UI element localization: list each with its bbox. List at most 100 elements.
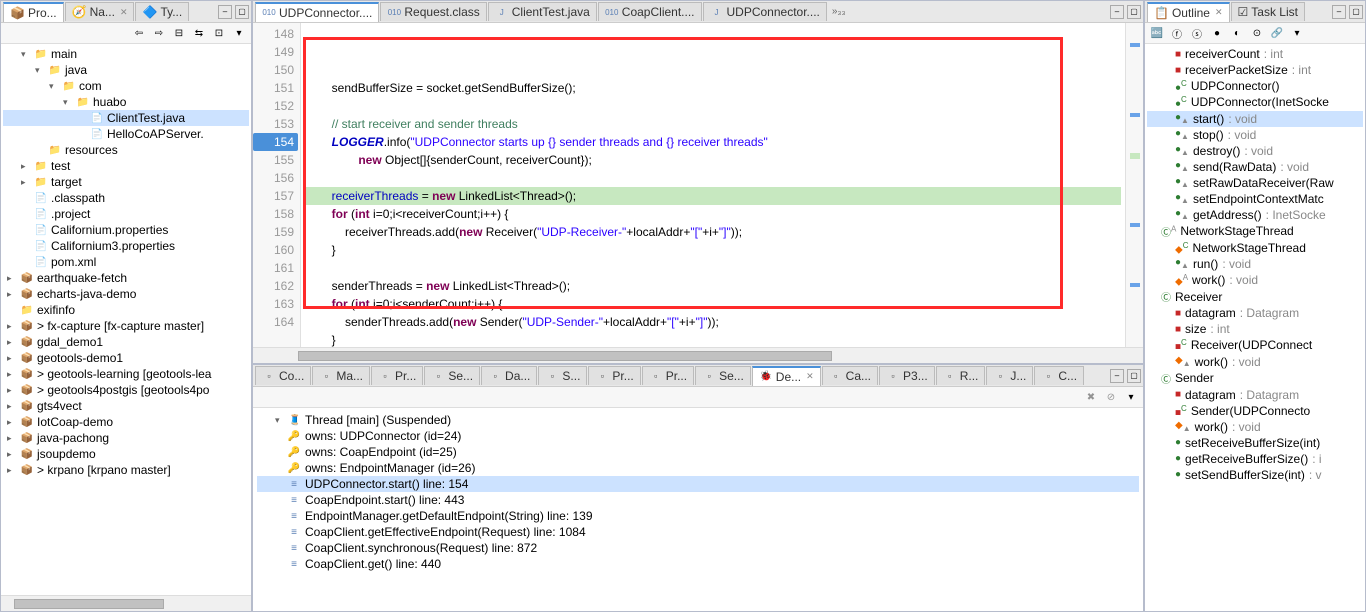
tree-item[interactable]: 📄.project [3,206,249,222]
editor-tab[interactable]: JClientTest.java [488,2,597,21]
tab-type[interactable]: 🔷Ty... [135,2,189,21]
outline-tree[interactable]: ■receiverCount : int■receiverPacketSize … [1145,44,1365,611]
tree-item[interactable]: ▸📁test [3,158,249,174]
stack-frame[interactable]: ≡CoapEndpoint.start() line: 443 [257,492,1139,508]
debug-tab[interactable]: ▫Pr... [371,366,423,385]
outline-item[interactable]: ●▲stop() : void [1147,127,1363,143]
focus-icon[interactable]: ⊙ [1249,25,1265,41]
minimize-icon[interactable]: – [1332,5,1346,19]
tree-item[interactable]: ▸📦gts4vect [3,398,249,414]
tree-item[interactable]: ▸📦> krpano [krpano master] [3,462,249,478]
code-line[interactable]: for (int i=0;i<senderCount;i++) { [305,295,1121,313]
minimize-icon[interactable]: – [1110,369,1124,383]
project-tree[interactable]: ▾📁main▾📁java▾📁com▾📁huabo📄ClientTest.java… [1,44,251,595]
tab-navigator[interactable]: 🧭Na...✕ [65,2,135,21]
menu-icon[interactable]: ▾ [231,25,247,41]
outline-item[interactable]: ●CUDPConnector(InetSocke [1147,94,1363,110]
minimize-icon[interactable]: – [1110,5,1124,19]
outline-item[interactable]: ◆Awork() : void [1147,272,1363,288]
outline-item[interactable]: ●▲run() : void [1147,256,1363,272]
tab-overflow[interactable]: »₃₃ [828,6,850,17]
hide-local-icon[interactable]: ◐ [1229,25,1245,41]
tree-item[interactable]: ▸📦IotCoap-demo [3,414,249,430]
stack-frame[interactable]: ≡CoapClient.synchronous(Request) line: 8… [257,540,1139,556]
tree-item[interactable]: ▸📦jsoupdemo [3,446,249,462]
thread-node[interactable]: ▾🧵Thread [main] (Suspended) [257,412,1139,428]
remove-icon[interactable]: ✖ [1083,389,1099,405]
debug-tab[interactable]: ▫P3... [879,366,935,385]
editor-scrollbar[interactable] [253,347,1143,363]
outline-item[interactable]: ●▲setRawDataReceiver(Raw [1147,175,1363,191]
focus-icon[interactable]: ⊡ [211,25,227,41]
code-line[interactable]: senderThreads = new LinkedList<Thread>()… [305,277,1121,295]
outline-item[interactable]: ●CUDPConnector() [1147,78,1363,94]
maximize-icon[interactable]: ▢ [235,5,249,19]
debug-tab[interactable]: ▫Pr... [642,366,694,385]
tab-outline[interactable]: 📋Outline✕ [1147,2,1230,22]
code-line[interactable] [305,97,1121,115]
debug-tab[interactable]: ▫Ma... [312,366,370,385]
code-line[interactable]: } [305,241,1121,259]
hide-fields-icon[interactable]: ⓕ [1169,25,1185,41]
line-gutter[interactable]: 1481491501511521531541551561571581591601… [253,23,301,347]
editor-tab[interactable]: 010UDPConnector.... [255,2,379,22]
outline-item[interactable]: ■receiverPacketSize : int [1147,62,1363,78]
stack-frame[interactable]: ≡CoapClient.getEffectiveEndpoint(Request… [257,524,1139,540]
code-area[interactable]: sendBufferSize = socket.getSendBufferSiz… [301,23,1125,347]
outline-item[interactable]: ◆▲work() : void [1147,354,1363,370]
close-icon[interactable]: ✕ [1215,7,1223,18]
outline-item[interactable]: ●▲setEndpointContextMatc [1147,191,1363,207]
stack-frame[interactable]: 🔑owns: UDPConnector (id=24) [257,428,1139,444]
tree-item[interactable]: 📄Californium3.properties [3,238,249,254]
collapse-icon[interactable]: ⊟ [171,25,187,41]
stack-frame[interactable]: ≡UDPConnector.start() line: 154 [257,476,1139,492]
outline-item[interactable]: ■datagram : Datagram [1147,387,1363,403]
debug-tab[interactable]: ▫R... [936,366,986,385]
debug-stack[interactable]: ▾🧵Thread [main] (Suspended) 🔑owns: UDPCo… [253,408,1143,611]
code-line[interactable] [305,169,1121,187]
tree-item[interactable]: 📁exifinfo [3,302,249,318]
tree-item[interactable]: ▾📁huabo [3,94,249,110]
close-icon[interactable]: ✕ [806,371,814,382]
tree-item[interactable]: ▸📦earthquake-fetch [3,270,249,286]
tree-item[interactable]: ▾📁java [3,62,249,78]
maximize-icon[interactable]: ▢ [1349,5,1363,19]
code-line[interactable]: LOGGER.info("UDPConnector starts up {} s… [305,133,1121,151]
maximize-icon[interactable]: ▢ [1127,5,1141,19]
code-line[interactable]: new Object[]{senderCount, receiverCount}… [305,151,1121,169]
outline-item[interactable]: ●▲send(RawData) : void [1147,159,1363,175]
outline-item[interactable]: ■receiverCount : int [1147,46,1363,62]
outline-item[interactable]: ◆▲work() : void [1147,419,1363,435]
stack-frame[interactable]: 🔑owns: CoapEndpoint (id=25) [257,444,1139,460]
debug-tab[interactable]: ▫Pr... [588,366,640,385]
stack-frame[interactable]: ≡EndpointManager.getDefaultEndpoint(Stri… [257,508,1139,524]
debug-tab[interactable]: ▫Co... [255,366,311,385]
code-line[interactable]: } [305,331,1121,347]
maximize-icon[interactable]: ▢ [1127,369,1141,383]
view-menu-icon[interactable]: ▾ [1123,389,1139,405]
code-line[interactable]: receiverThreads = new LinkedList<Thread>… [305,187,1121,205]
tree-item[interactable]: ▾📁com [3,78,249,94]
stack-frame[interactable]: ≡CoapClient.get() line: 440 [257,556,1139,572]
outline-item[interactable]: ●setReceiveBufferSize(int) [1147,435,1363,451]
outline-item[interactable]: ■CReceiver(UDPConnect [1147,337,1363,353]
outline-item[interactable]: ■CSender(UDPConnecto [1147,403,1363,419]
back-icon[interactable]: ⇦ [131,25,147,41]
tree-item[interactable]: 📄HelloCoAPServer. [3,126,249,142]
tree-item[interactable]: ▸📦> geotools4postgis [geotools4po [3,382,249,398]
tree-item[interactable]: ▾📁main [3,46,249,62]
code-line[interactable]: // start receiver and sender threads [305,115,1121,133]
outline-item[interactable]: ⒸANetworkStageThread [1147,223,1363,240]
code-line[interactable]: sendBufferSize = socket.getSendBufferSiz… [305,79,1121,97]
outline-item[interactable]: ◆CNetworkStageThread [1147,240,1363,256]
link-icon[interactable]: 🔗 [1269,25,1285,41]
stack-frame[interactable]: 🔑owns: EndpointManager (id=26) [257,460,1139,476]
link-icon[interactable]: ⇆ [191,25,207,41]
debug-tab[interactable]: ▫S... [538,366,587,385]
outline-item[interactable]: ⒸReceiver [1147,288,1363,305]
code-line[interactable]: senderThreads.add(new Sender("UDP-Sender… [305,313,1121,331]
outline-item[interactable]: ■datagram : Datagram [1147,305,1363,321]
tab-project[interactable]: 📦Pro... [3,2,64,22]
hide-nonpublic-icon[interactable]: ● [1209,25,1225,41]
forward-icon[interactable]: ⇨ [151,25,167,41]
